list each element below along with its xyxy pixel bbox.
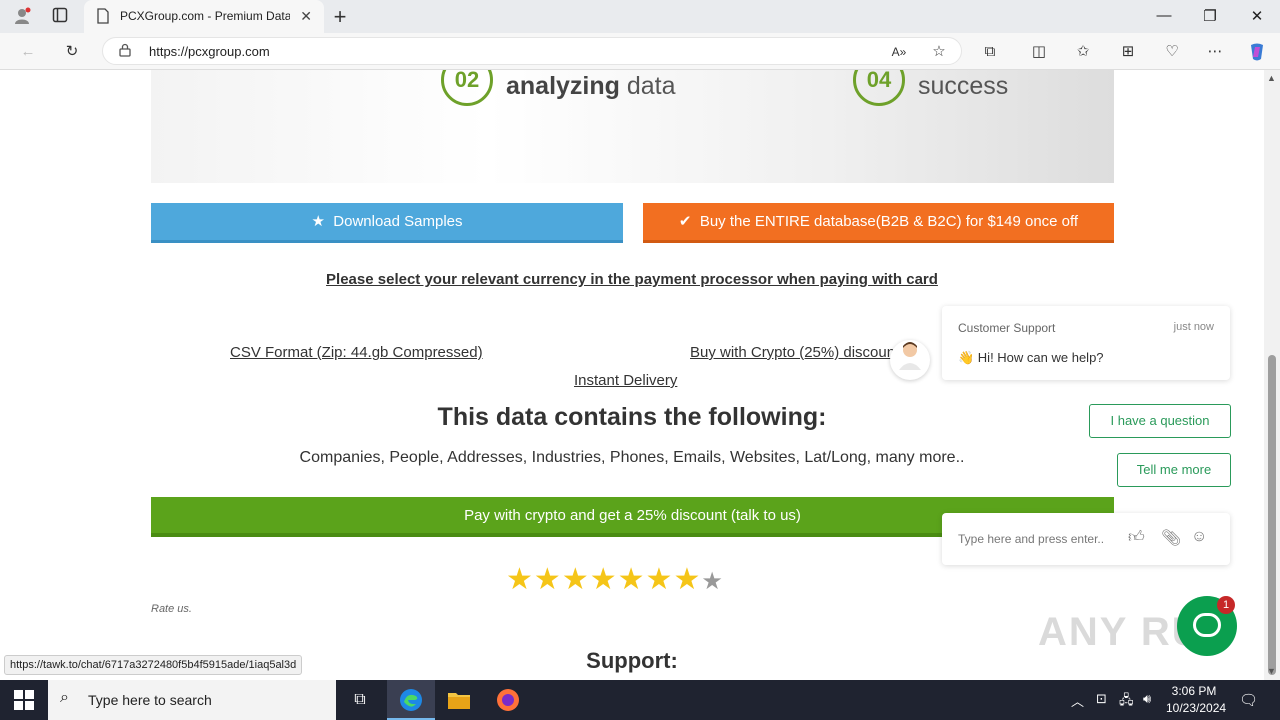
restore-button[interactable]: ❐ <box>1200 7 1220 25</box>
copilot-icon[interactable] <box>1247 42 1267 62</box>
download-samples-label: Download Samples <box>333 213 463 230</box>
chat-message: 👋 Hi! How can we help? <box>958 350 1104 365</box>
tab-title: PCXGroup.com - Premium Data <box>120 9 290 23</box>
taskbar-search-placeholder: Type here to search <box>88 692 212 708</box>
chat-message-card[interactable]: Customer Support just now 👋 Hi! How can … <box>942 306 1230 380</box>
step-text-bold: analyzing <box>506 72 620 100</box>
chat-time: just now <box>1173 321 1214 333</box>
csv-format-link[interactable]: CSV Format (Zip: 44.gb Compressed) <box>230 344 483 361</box>
address-bar-row: ← ↻ https://pcxgroup.com A» ☆ ⧉ ◫ ✩ ⊞ ♡ … <box>0 33 1280 70</box>
url-field[interactable]: https://pcxgroup.com A» ☆ <box>102 37 962 65</box>
performance-icon[interactable]: ♡ <box>1162 42 1182 62</box>
favorite-star-icon[interactable]: ☆ <box>929 42 949 62</box>
star-icon[interactable]: ★ <box>562 563 590 596</box>
lock-icon[interactable] <box>119 43 131 60</box>
close-window-button[interactable]: ✕ <box>1247 7 1267 25</box>
tab-close-icon[interactable]: ✕ <box>300 8 312 25</box>
tray-device-icon[interactable]: ⊡ <box>1096 691 1107 707</box>
chat-input-placeholder: Type here and press enter.. <box>958 532 1105 546</box>
more-menu-icon[interactable]: ⋯ <box>1205 42 1225 62</box>
scroll-thumb[interactable] <box>1268 355 1276 675</box>
chat-input[interactable]: Type here and press enter.. 👍︎ 📎︎ ☺ <box>942 513 1230 565</box>
hero-steps-banner: 02 analyzing data 04 success <box>151 70 1114 183</box>
buy-database-button[interactable]: ✔ Buy the ENTIRE database(B2B & B2C) for… <box>643 203 1114 243</box>
quick-reply-question[interactable]: I have a question <box>1089 404 1231 438</box>
chat-bubble-icon <box>1193 613 1221 637</box>
browser-tab-bar: PCXGroup.com - Premium Data ✕ + — ❐ ✕ <box>0 0 1280 33</box>
volume-icon[interactable]: 🔊︎ <box>1143 691 1151 707</box>
tab-actions-icon[interactable] <box>50 7 70 27</box>
notifications-icon[interactable]: 🗨︎ <box>1239 691 1258 709</box>
quick-reply-tell-more[interactable]: Tell me more <box>1117 453 1231 487</box>
tray-chevron-icon[interactable]: ︿ <box>1071 691 1084 710</box>
search-icon: ⌕ <box>60 689 69 706</box>
star-icon[interactable]: ★ <box>534 563 562 596</box>
url-text: https://pcxgroup.com <box>149 44 270 59</box>
minimize-button[interactable]: — <box>1154 7 1174 24</box>
emoji-icon[interactable]: ☺ <box>1191 528 1207 546</box>
step-text: success <box>918 72 1009 100</box>
taskbar-clock[interactable]: 3:06 PM 10/23/2024 <box>1166 683 1227 717</box>
profile-icon[interactable] <box>12 7 32 27</box>
file-explorer-icon[interactable] <box>435 680 483 720</box>
scroll-down-icon[interactable]: ▼ <box>1267 666 1276 676</box>
status-bar-url: https://tawk.to/chat/6717a3272480f5b4f59… <box>4 655 303 675</box>
instant-delivery-link[interactable]: Instant Delivery <box>574 372 677 389</box>
collections-icon[interactable]: ⊞ <box>1118 42 1138 62</box>
buy-crypto-link[interactable]: Buy with Crypto (25%) discount <box>690 344 895 361</box>
star-icon[interactable]: ★ <box>618 563 646 596</box>
page-scrollbar[interactable]: ▲ ▼ <box>1264 70 1280 680</box>
page-viewport: 02 analyzing data 04 success ★ Download … <box>0 70 1264 680</box>
star-icon[interactable]: ★ <box>673 563 701 596</box>
step-number: 02 <box>441 70 493 106</box>
refresh-icon[interactable]: ↻ <box>62 42 82 62</box>
split-screen-icon[interactable]: ◫ <box>1029 42 1049 62</box>
unread-badge: 1 <box>1217 596 1235 614</box>
star-icon[interactable]: ★ <box>646 563 674 596</box>
data-contains-list: Companies, People, Addresses, Industries… <box>299 449 965 466</box>
windows-taskbar: ⌕ Type here to search ⧉ ︿ ⊡ 🖧︎ 🔊︎ 3:06 P… <box>0 680 1280 720</box>
tab-active[interactable]: PCXGroup.com - Premium Data ✕ <box>84 0 324 33</box>
edge-taskbar-icon[interactable] <box>387 680 435 720</box>
data-contains-heading: This data contains the following: <box>437 403 827 431</box>
rating-stars[interactable]: ★★★★★★★★ <box>506 562 724 597</box>
star-icon[interactable]: ★ <box>506 563 534 596</box>
step-number: 04 <box>853 70 905 106</box>
download-samples-button[interactable]: ★ Download Samples <box>151 203 623 243</box>
back-icon[interactable]: ← <box>18 42 38 62</box>
firefox-icon[interactable] <box>484 680 532 720</box>
rate-us-label: Rate us. <box>151 603 192 615</box>
chat-sender: Customer Support <box>958 321 1056 335</box>
star-icon[interactable]: ★ <box>590 563 618 596</box>
read-aloud-icon[interactable]: A» <box>889 42 909 62</box>
check-icon: ✔ <box>678 213 692 230</box>
thumbs-up-icon[interactable]: 👍︎ <box>1128 528 1145 547</box>
agent-avatar <box>890 340 930 380</box>
step-text-rest: data <box>619 72 676 100</box>
scroll-up-icon[interactable]: ▲ <box>1267 73 1276 83</box>
extensions-icon[interactable]: ⧉ <box>980 42 1000 62</box>
favorites-icon[interactable]: ✩ <box>1073 42 1093 62</box>
buy-database-label: Buy the ENTIRE database(B2B & B2C) for $… <box>699 213 1079 230</box>
network-icon[interactable]: 🖧︎ <box>1119 691 1134 713</box>
attachment-icon[interactable]: 📎︎ <box>1161 528 1181 548</box>
taskbar-search[interactable]: ⌕ Type here to search <box>48 680 336 720</box>
clock-time: 3:06 PM <box>1171 684 1217 698</box>
star-icon: ★ <box>311 213 325 230</box>
currency-notice: Please select your relevant currency in … <box>326 271 938 288</box>
step-text: analyzing data <box>506 72 676 101</box>
task-view-icon[interactable]: ⧉ <box>336 680 384 720</box>
clock-date: 10/23/2024 <box>1166 701 1227 715</box>
windows-start-icon[interactable] <box>14 690 34 710</box>
page-icon <box>96 8 110 29</box>
star-empty-icon[interactable]: ★ <box>701 568 724 595</box>
new-tab-button[interactable]: + <box>330 6 350 28</box>
